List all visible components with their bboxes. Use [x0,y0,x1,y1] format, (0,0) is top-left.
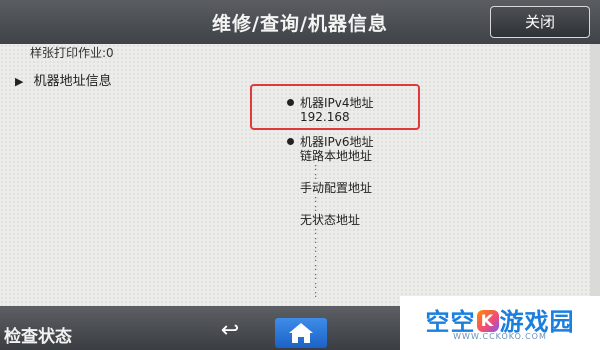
link-local-value: :: [314,162,318,182]
expand-triangle-icon: ▶ [15,75,24,88]
stateless-label: 无状态地址 [300,213,361,227]
bullet-icon [287,138,294,145]
back-arrow-icon[interactable]: ↩ [215,318,245,344]
site-logo: 空空 K 游戏园 WWW.CCKOKO.COM [400,296,600,350]
stateless-values: :::::::: [314,226,318,300]
printer-screen: 维修/查询/机器信息 关闭 样张打印作业:0 ▶ 机器地址信息 机器IPv4地址… [0,0,600,350]
link-local-label: 链路本地地址 [300,149,373,163]
manual-config-label: 手动配置地址 [300,181,373,195]
machine-address-section[interactable]: ▶ 机器地址信息 [15,70,112,89]
close-button[interactable]: 关闭 [490,6,590,38]
title-bar: 维修/查询/机器信息 关闭 [0,0,600,44]
home-button[interactable] [275,318,327,348]
section-label: 机器地址信息 [33,74,112,89]
scrollbar[interactable] [590,44,600,306]
sample-print-jobs: 样张打印作业:0 [30,46,114,60]
brand-url: WWW.CCKOKO.COM [453,332,547,341]
ipv6-label: 机器IPv6地址 [300,135,374,149]
home-icon [289,323,313,343]
k-logo-icon: K [476,310,499,332]
manual-config-value: :: [314,194,318,214]
ipv6-block: 机器IPv6地址 链路本地地址 :: 手动配置地址 :: 无状态地址 :::::… [287,135,374,300]
check-status-button[interactable]: 检查状态 [4,322,72,347]
ipv4-highlight-box [250,84,420,130]
